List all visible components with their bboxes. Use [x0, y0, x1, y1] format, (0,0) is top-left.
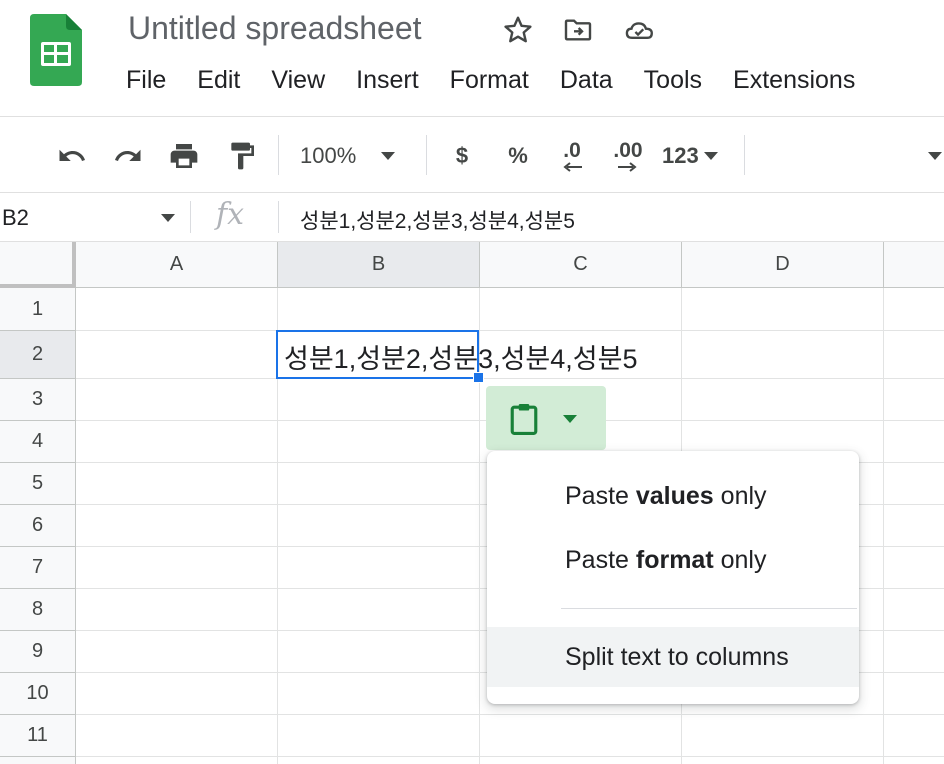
undo-icon[interactable] — [52, 137, 92, 175]
paste-options-button[interactable] — [486, 386, 606, 450]
menu-format[interactable]: Format — [450, 66, 529, 100]
grid-line — [76, 756, 944, 757]
currency-format-button[interactable]: $ — [444, 137, 480, 175]
row-header-4[interactable]: 4 — [0, 421, 76, 463]
document-title[interactable]: Untitled spreadsheet — [128, 10, 422, 47]
toolbar-separator — [278, 135, 279, 175]
row-header-2[interactable]: 2 — [0, 331, 76, 379]
cloud-status-icon[interactable] — [622, 12, 658, 48]
row-header-1[interactable]: 1 — [0, 288, 76, 331]
row-header-3[interactable]: 3 — [0, 379, 76, 421]
toolbar: 100% $ % .0 .00 123 — [0, 116, 944, 192]
column-header-e[interactable] — [884, 242, 944, 288]
print-icon[interactable] — [164, 137, 204, 175]
fx-icon: fx — [216, 197, 245, 232]
star-icon[interactable] — [500, 12, 536, 48]
menu-file[interactable]: File — [126, 66, 166, 100]
decrease-decimal-button[interactable]: .0 — [550, 137, 594, 175]
row-header-6[interactable]: 6 — [0, 505, 76, 547]
row-header-8[interactable]: 8 — [0, 589, 76, 631]
sheets-logo-icon[interactable] — [30, 14, 82, 86]
chevron-down-icon — [161, 214, 175, 222]
row-header-7[interactable]: 7 — [0, 547, 76, 589]
paste-values-only-item[interactable]: Paste values only — [487, 466, 859, 526]
more-formats-button[interactable]: 123 — [662, 137, 730, 175]
paste-format-only-item[interactable]: Paste format only — [487, 530, 859, 590]
grid-line — [76, 714, 944, 715]
row-header-5[interactable]: 5 — [0, 463, 76, 505]
menu-data[interactable]: Data — [560, 66, 613, 100]
chevron-down-icon — [381, 152, 396, 160]
menu-extensions[interactable]: Extensions — [733, 66, 855, 100]
app-header: Untitled spreadsheet File Edit View Inse… — [0, 0, 944, 116]
cell-selection-b2[interactable] — [276, 330, 479, 379]
column-header-d[interactable]: D — [682, 242, 884, 288]
menu-bar: File Edit View Insert Format Data Tools … — [126, 66, 886, 100]
zoom-value: 100% — [300, 143, 357, 168]
row-header-12[interactable] — [0, 757, 76, 764]
grid-line — [883, 288, 884, 764]
paste-options-menu: Paste values only Paste format only Spli… — [487, 451, 859, 704]
column-header-c[interactable]: C — [480, 242, 682, 288]
arrow-right-icon — [618, 162, 637, 172]
font-select-chevron[interactable] — [926, 137, 944, 175]
select-all-corner[interactable] — [0, 242, 76, 288]
chevron-down-icon — [703, 152, 718, 160]
zoom-select[interactable]: 100% — [300, 137, 412, 175]
row-header-10[interactable]: 10 — [0, 673, 76, 715]
grid-line — [76, 378, 944, 379]
chevron-down-icon — [563, 415, 577, 423]
toolbar-separator — [426, 135, 427, 175]
fill-handle[interactable] — [473, 372, 484, 383]
row-header-9[interactable]: 9 — [0, 631, 76, 673]
formula-separator — [278, 201, 279, 233]
toolbar-separator — [744, 135, 745, 175]
menu-edit[interactable]: Edit — [197, 66, 240, 100]
percent-format-button[interactable]: % — [500, 137, 536, 175]
split-text-to-columns-item[interactable]: Split text to columns — [487, 627, 859, 687]
increase-decimal-button[interactable]: .00 — [604, 137, 652, 175]
redo-icon[interactable] — [108, 137, 148, 175]
menu-view[interactable]: View — [271, 66, 325, 100]
column-header-b[interactable]: B — [278, 242, 480, 288]
row-header-11[interactable]: 11 — [0, 715, 76, 757]
chevron-down-icon — [928, 152, 942, 160]
menu-divider — [561, 608, 857, 609]
clipboard-icon — [510, 403, 538, 435]
grid-line — [76, 330, 944, 331]
paint-format-icon[interactable] — [222, 137, 262, 175]
menu-tools[interactable]: Tools — [644, 66, 702, 100]
move-folder-icon[interactable] — [560, 12, 596, 48]
arrow-left-icon — [563, 162, 582, 172]
name-box-value: B2 — [2, 205, 29, 230]
column-header-a[interactable]: A — [76, 242, 278, 288]
formula-input[interactable]: 성분1,성분2,성분3,성분4,성분5 — [300, 205, 575, 235]
formula-separator — [190, 201, 191, 233]
menu-insert[interactable]: Insert — [356, 66, 419, 100]
name-box[interactable]: B2 — [0, 193, 190, 241]
formula-bar: B2 fx 성분1,성분2,성분3,성분4,성분5 — [0, 192, 944, 242]
